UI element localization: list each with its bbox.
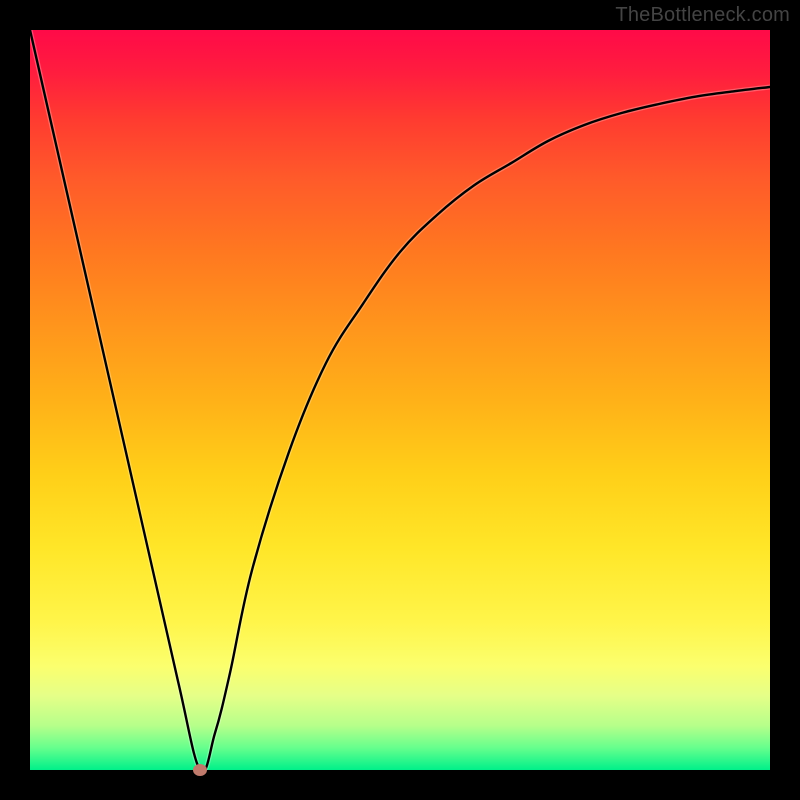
chart-canvas: TheBottleneck.com (0, 0, 800, 800)
plot-area (30, 30, 770, 770)
attribution-label: TheBottleneck.com (615, 4, 790, 27)
optimum-marker (193, 764, 207, 776)
